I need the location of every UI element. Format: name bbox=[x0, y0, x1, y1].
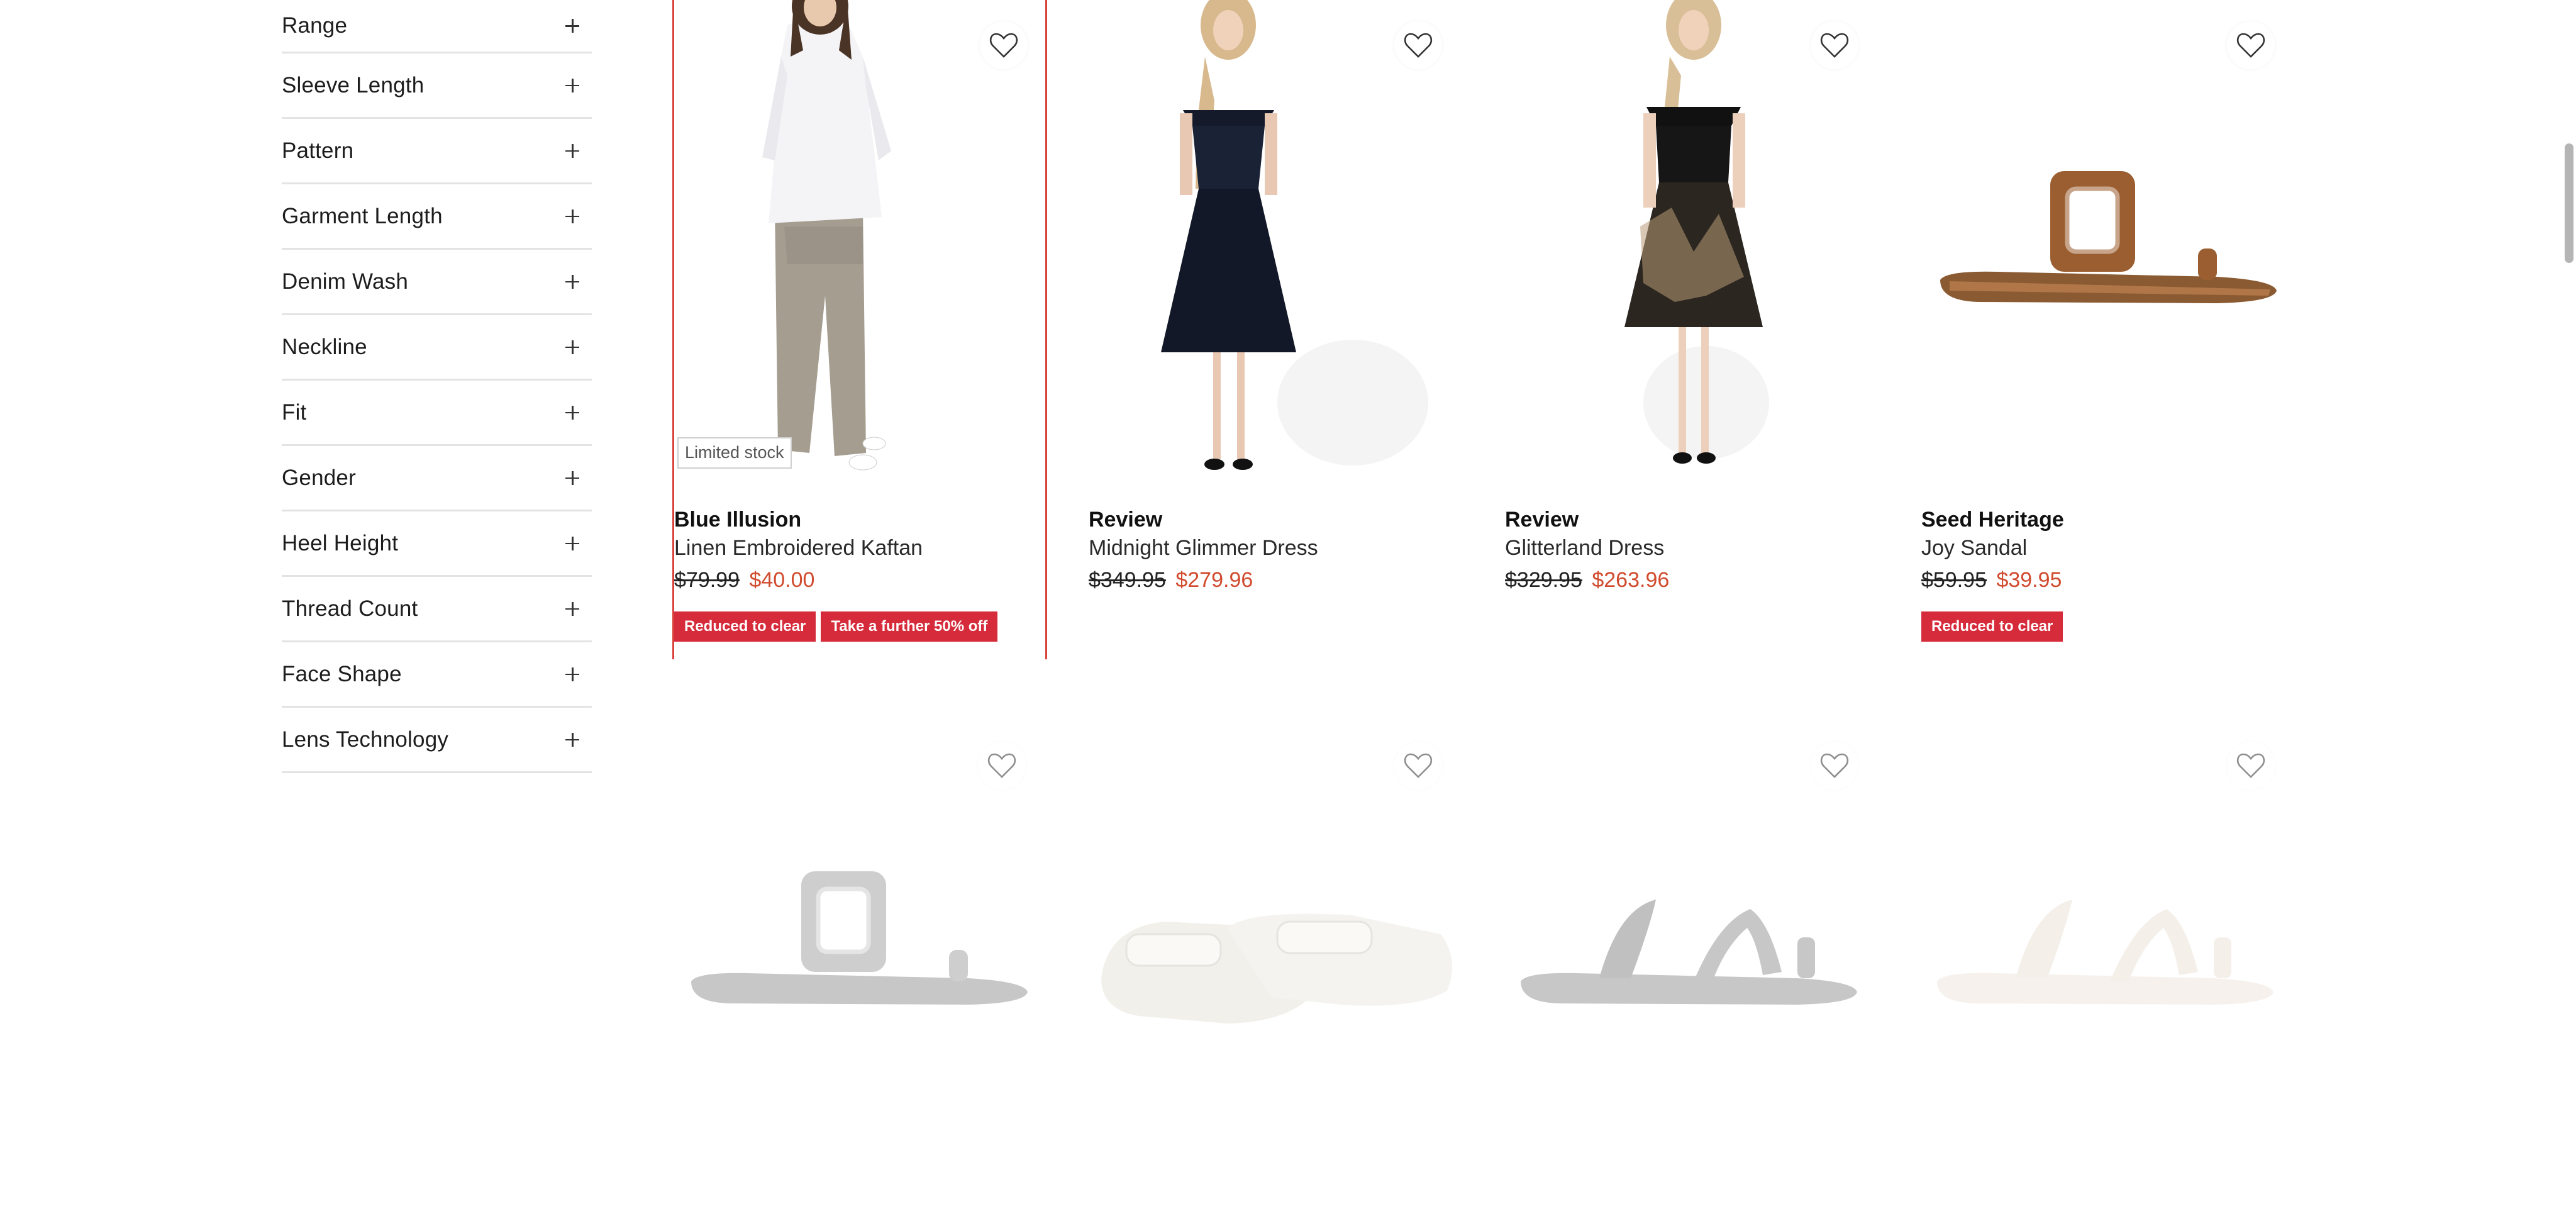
filter-pattern[interactable]: Pattern bbox=[282, 119, 592, 184]
plus-icon[interactable] bbox=[565, 732, 579, 747]
filter-label: Lens Technology bbox=[282, 727, 449, 752]
product-card[interactable] bbox=[1921, 720, 2296, 1211]
filter-range[interactable]: Range bbox=[282, 0, 592, 53]
filter-label: Sleeve Length bbox=[282, 72, 425, 98]
filter-face-shape[interactable]: Face Shape bbox=[282, 642, 592, 708]
filter-garment-length[interactable]: Garment Length bbox=[282, 184, 592, 250]
product-brand: Blue Illusion bbox=[674, 508, 802, 532]
dress-model-image bbox=[1624, 0, 1769, 464]
product-image[interactable] bbox=[1089, 720, 1463, 1211]
price-was: $79.99 bbox=[674, 568, 740, 592]
product-card[interactable] bbox=[1089, 720, 1463, 1211]
product-image[interactable]: Limited stock bbox=[674, 0, 1049, 491]
wishlist-heart-icon[interactable] bbox=[980, 21, 1028, 69]
price-was: $329.95 bbox=[1505, 568, 1582, 592]
plus-icon[interactable] bbox=[565, 19, 579, 33]
wishlist-heart-icon[interactable] bbox=[1811, 742, 1858, 790]
product-name[interactable]: Joy Sandal bbox=[1921, 533, 2296, 562]
filter-heel-height[interactable]: Heel Height bbox=[282, 511, 592, 577]
product-price: $79.99 $40.00 bbox=[674, 565, 1045, 595]
filter-label: Face Shape bbox=[282, 661, 402, 686]
filter-sleeve-length[interactable]: Sleeve Length bbox=[282, 53, 592, 119]
plus-icon[interactable] bbox=[565, 471, 579, 485]
wishlist-heart-icon[interactable] bbox=[2227, 21, 2275, 69]
plus-icon[interactable] bbox=[565, 405, 579, 420]
filter-label: Thread Count bbox=[282, 596, 418, 621]
page-scrollbar[interactable] bbox=[2565, 143, 2573, 263]
filter-label: Range bbox=[282, 13, 348, 38]
product-image[interactable] bbox=[1089, 0, 1463, 491]
filter-neckline[interactable]: Neckline bbox=[282, 315, 592, 381]
plus-icon[interactable] bbox=[565, 601, 579, 616]
filter-label: Fit bbox=[282, 399, 307, 425]
price-was: $349.95 bbox=[1089, 568, 1166, 592]
product-brand: Review bbox=[1505, 508, 1579, 532]
product-name[interactable]: Midnight Glimmer Dress bbox=[1089, 533, 1463, 562]
filter-fit[interactable]: Fit bbox=[282, 381, 592, 446]
promo-badges: Reduced to clear Take a further 50% off bbox=[674, 611, 1045, 642]
product-image[interactable] bbox=[672, 720, 1047, 1211]
sandal-image bbox=[1940, 171, 2277, 303]
price-now: $263.96 bbox=[1592, 568, 1670, 592]
wishlist-heart-icon[interactable] bbox=[1394, 21, 1442, 69]
limited-stock-badge: Limited stock bbox=[677, 437, 792, 469]
wishlist-heart-icon[interactable] bbox=[1811, 21, 1858, 69]
product-card[interactable] bbox=[1505, 720, 1880, 1211]
filter-thread-count[interactable]: Thread Count bbox=[282, 577, 592, 642]
product-card[interactable]: Limited stock Blue Illusion Linen Embroi… bbox=[672, 0, 1047, 659]
product-price: $349.95 $279.96 bbox=[1089, 565, 1463, 595]
plus-icon[interactable] bbox=[565, 274, 579, 289]
product-card[interactable]: Review Midnight Glimmer Dress $349.95 $2… bbox=[1089, 0, 1463, 595]
promo-badge: Take a further 50% off bbox=[821, 611, 998, 642]
filter-label: Gender bbox=[282, 465, 356, 490]
promo-badges: Reduced to clear bbox=[1921, 611, 2296, 642]
filter-label: Denim Wash bbox=[282, 269, 409, 294]
product-price: $59.95 $39.95 bbox=[1921, 565, 2296, 595]
product-brand: Seed Heritage bbox=[1921, 508, 2064, 532]
product-price: $329.95 $263.96 bbox=[1505, 565, 1880, 595]
wishlist-heart-icon[interactable] bbox=[1394, 742, 1442, 790]
price-now: $279.96 bbox=[1175, 568, 1253, 592]
filter-label: Pattern bbox=[282, 138, 354, 163]
product-image[interactable] bbox=[1921, 720, 2296, 1211]
promo-badge: Reduced to clear bbox=[1921, 611, 2063, 642]
filter-denim-wash[interactable]: Denim Wash bbox=[282, 250, 592, 315]
price-was: $59.95 bbox=[1921, 568, 1987, 592]
filter-lens-technology[interactable]: Lens Technology bbox=[282, 708, 592, 773]
product-image[interactable] bbox=[1921, 0, 2296, 491]
kaftan-model-image bbox=[762, 0, 891, 471]
plus-icon[interactable] bbox=[565, 209, 579, 223]
promo-badge: Reduced to clear bbox=[674, 611, 816, 642]
product-image[interactable] bbox=[1505, 720, 1880, 1211]
filter-label: Heel Height bbox=[282, 530, 399, 555]
filter-label: Neckline bbox=[282, 334, 367, 359]
product-card[interactable]: Review Glitterland Dress $329.95 $263.96 bbox=[1505, 0, 1880, 595]
plus-icon[interactable] bbox=[565, 143, 579, 158]
wishlist-heart-icon[interactable] bbox=[978, 742, 1026, 790]
dress-model-image bbox=[1161, 0, 1428, 470]
filter-label: Garment Length bbox=[282, 203, 443, 228]
price-now: $40.00 bbox=[749, 568, 815, 592]
price-now: $39.95 bbox=[1996, 568, 2062, 592]
wishlist-heart-icon[interactable] bbox=[2227, 742, 2275, 790]
plus-icon[interactable] bbox=[565, 667, 579, 681]
product-brand: Review bbox=[1089, 508, 1163, 532]
plus-icon[interactable] bbox=[565, 340, 579, 354]
product-name[interactable]: Glitterland Dress bbox=[1505, 533, 1880, 562]
product-card[interactable] bbox=[672, 720, 1047, 1211]
plus-icon[interactable] bbox=[565, 536, 579, 550]
filter-sidebar: Range Sleeve Length Pattern Garment Leng… bbox=[282, 0, 592, 773]
product-image[interactable] bbox=[1505, 0, 1880, 491]
plus-icon[interactable] bbox=[565, 78, 579, 92]
filter-gender[interactable]: Gender bbox=[282, 446, 592, 511]
product-name[interactable]: Linen Embroidered Kaftan bbox=[674, 533, 1045, 562]
product-card[interactable]: Seed Heritage Joy Sandal $59.95 $39.95 R… bbox=[1921, 0, 2296, 642]
